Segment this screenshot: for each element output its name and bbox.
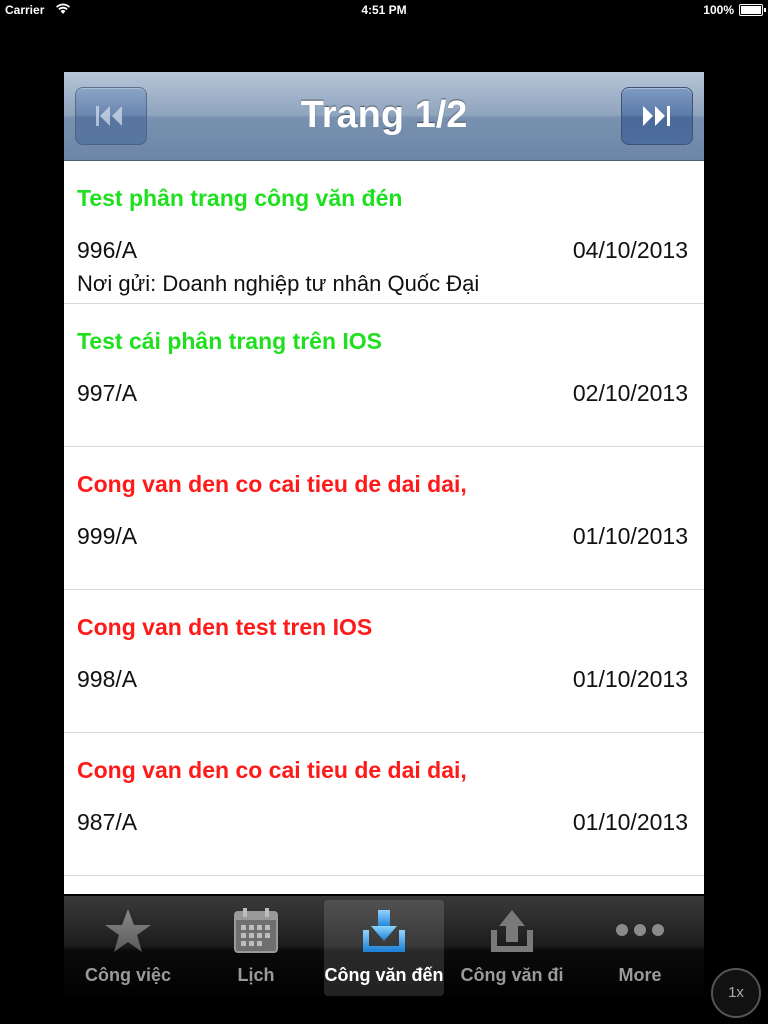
document-date: 01/10/2013 [572,809,688,835]
tab-cong-viec[interactable]: Công việc [68,900,188,996]
inbox-download-icon [359,906,409,961]
battery-icon [739,4,766,16]
document-date: 01/10/2013 [572,666,688,692]
battery-percentage: 100% [703,3,734,17]
tab-label: More [618,965,662,985]
list-item[interactable] [64,876,704,894]
tab-bar: Công việc Lịch Công văn đến Công văn đi … [64,896,704,1000]
document-title: Cong van den test tren IOS [77,614,373,640]
navigation-bar: Trang 1/2 [64,72,704,161]
document-date: 02/10/2013 [572,380,688,406]
tab-label: Lịch [237,965,275,985]
status-bar: Carrier 4:51 PM 100% [0,0,768,20]
document-title: Test cái phân trang trên IOS [77,328,383,354]
document-list-panel: Trang 1/2 Test phân trang công văn đén 9… [64,72,704,894]
star-icon [103,906,153,961]
list-item[interactable]: Test phân trang công văn đén 996/A 04/10… [64,161,704,304]
document-sender: Nơi gửi: Doanh nghiệp tư nhân Quốc Đại [77,271,480,296]
document-title: Cong van den co cai tieu de dai dai, [77,757,467,783]
zoom-button[interactable]: 1x [711,968,761,1018]
document-code: 996/A [77,237,138,263]
document-code: 987/A [77,809,138,835]
calendar-icon [231,906,281,961]
outbox-upload-icon [487,906,537,961]
tab-cong-van-den[interactable]: Công văn đến [324,900,444,996]
document-title: Cong van den co cai tieu de dai dai, [77,471,467,497]
document-list: Test phân trang công văn đén 996/A 04/10… [64,161,704,894]
tab-label: Công văn đi [460,965,564,985]
document-date: 04/10/2013 [572,237,688,263]
tab-cong-van-di[interactable]: Công văn đi [452,900,572,996]
document-code: 998/A [77,666,138,692]
last-page-button[interactable] [621,87,693,145]
tab-more[interactable]: More [580,900,700,996]
tab-lich[interactable]: Lịch [196,900,316,996]
document-code: 999/A [77,523,138,549]
clock: 4:51 PM [361,3,407,17]
more-dots-icon [610,906,670,961]
document-title: Test phân trang công văn đén [77,185,403,211]
tab-label: Công văn đến [324,965,444,985]
list-item[interactable]: Cong van den co cai tieu de dai dai, 999… [64,447,704,590]
tab-label: Công việc [84,965,172,985]
document-date: 01/10/2013 [572,523,688,549]
page-title: Trang 1/2 [300,94,468,136]
list-item[interactable]: Cong van den test tren IOS 998/A 01/10/2… [64,590,704,733]
document-code: 997/A [77,380,138,406]
list-item[interactable]: Test cái phân trang trên IOS 997/A 02/10… [64,304,704,447]
list-item[interactable]: Cong van den co cai tieu de dai dai, 987… [64,733,704,876]
